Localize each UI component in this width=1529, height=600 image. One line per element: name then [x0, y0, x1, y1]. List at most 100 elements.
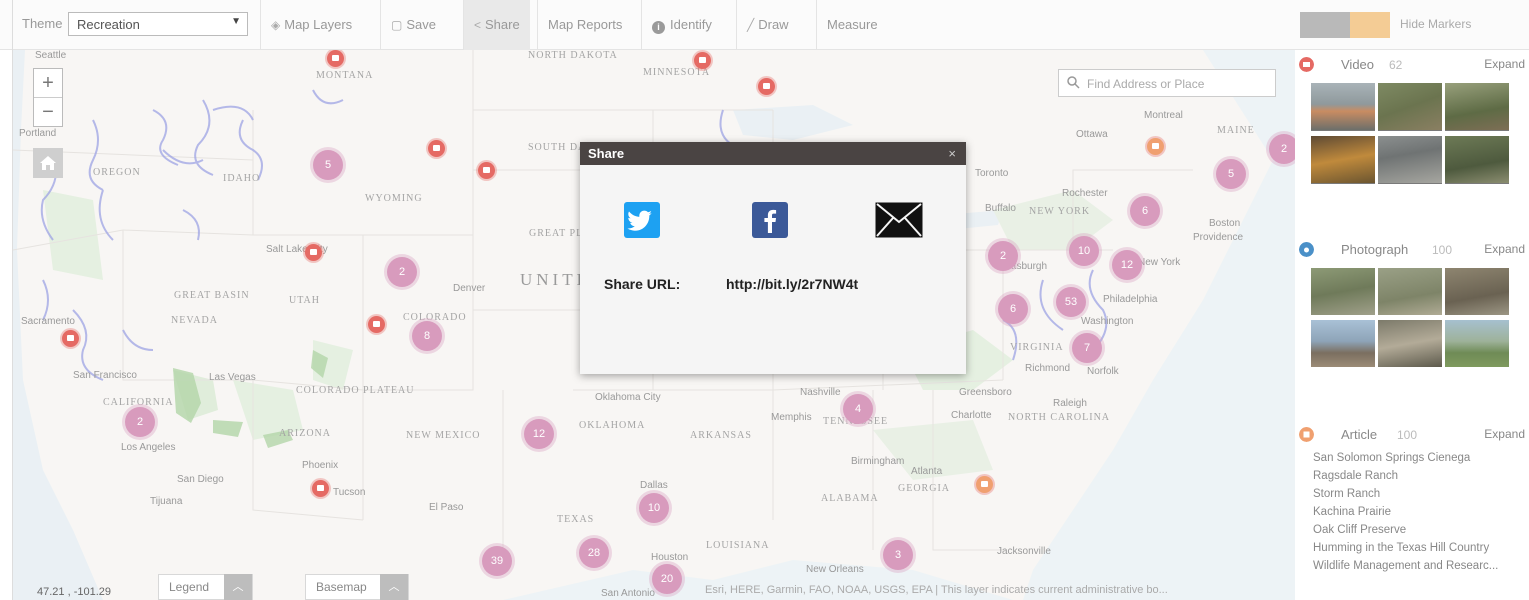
article-link[interactable]: Kachina Prairie	[1313, 506, 1391, 518]
basemap-tab[interactable]: Basemap ︿	[305, 574, 409, 600]
marker-cluster[interactable]: 28	[579, 538, 609, 568]
video-marker[interactable]	[758, 78, 775, 95]
save-button[interactable]: ▢ Save	[380, 0, 446, 50]
video-marker[interactable]	[478, 162, 495, 179]
marker-cluster[interactable]: 6	[1130, 196, 1160, 226]
marker-cluster[interactable]: 12	[524, 419, 554, 449]
state-label: NEW MEXICO	[406, 430, 481, 441]
marker-cluster[interactable]: 8	[412, 321, 442, 351]
article-link[interactable]: Storm Ranch	[1313, 488, 1380, 500]
legend-tab[interactable]: Legend ︿	[158, 574, 253, 600]
photo-thumbnail[interactable]	[1445, 268, 1509, 315]
facebook-icon[interactable]	[752, 202, 788, 238]
marker-cluster[interactable]: 2	[387, 257, 417, 287]
address-search	[1058, 69, 1276, 97]
marker-cluster[interactable]: 12	[1112, 250, 1142, 280]
state-label: UTAH	[289, 295, 320, 306]
video-thumbnail[interactable]	[1445, 83, 1509, 130]
city-label: Tijuana	[150, 496, 183, 507]
state-label: NORTH CAROLINA	[1008, 412, 1111, 423]
video-marker[interactable]	[305, 244, 322, 261]
video-thumbnail[interactable]	[1311, 83, 1375, 130]
article-marker[interactable]	[976, 476, 993, 493]
state-label: WYOMING	[365, 193, 423, 204]
video-marker[interactable]	[428, 140, 445, 157]
video-marker[interactable]	[327, 50, 344, 67]
region-label: COLORADO PLATEAU	[296, 385, 415, 396]
hide-markers-label[interactable]: Hide Markers	[1400, 17, 1471, 31]
state-label: ARIZONA	[279, 428, 331, 439]
city-label: Rochester	[1062, 188, 1108, 199]
video-thumbnail[interactable]	[1378, 136, 1442, 183]
theme-select[interactable]: Recreation ▼	[68, 12, 248, 36]
article-link[interactable]: San Solomon Springs Cienega	[1313, 452, 1470, 464]
share-button[interactable]: < Share	[463, 0, 530, 50]
video-marker[interactable]	[368, 316, 385, 333]
video-marker[interactable]	[62, 330, 79, 347]
city-label: Toronto	[975, 168, 1009, 179]
close-icon[interactable]: ×	[948, 142, 956, 165]
marker-cluster[interactable]: 20	[652, 564, 682, 594]
identify-button[interactable]: i Identify	[641, 0, 722, 50]
photo-thumbnail[interactable]	[1378, 320, 1442, 367]
marker-cluster[interactable]: 5	[1216, 159, 1246, 189]
photo-thumbnail[interactable]	[1445, 320, 1509, 367]
marker-cluster[interactable]: 10	[639, 493, 669, 523]
marker-cluster[interactable]: 5	[313, 150, 343, 180]
video-expand-link[interactable]: Expand	[1484, 57, 1525, 71]
video-thumbnail[interactable]	[1445, 136, 1509, 183]
map-reports-button[interactable]: Map Reports	[537, 0, 632, 50]
search-input[interactable]	[1085, 74, 1274, 94]
measure-button[interactable]: Measure	[816, 0, 888, 50]
share-url-link[interactable]: http://bit.ly/2r7NW4t	[726, 276, 858, 292]
article-link[interactable]: Humming in the Texas Hill Country	[1313, 542, 1489, 554]
hide-markers-toggle[interactable]	[1300, 12, 1390, 38]
marker-cluster[interactable]: 6	[998, 294, 1028, 324]
region-label: GREAT BASIN	[174, 290, 250, 301]
state-label: ALABAMA	[821, 493, 879, 504]
theme-select-value: Recreation	[77, 17, 140, 32]
city-label: El Paso	[429, 502, 464, 513]
marker-cluster[interactable]: 4	[843, 394, 873, 424]
city-label: Boston	[1209, 218, 1241, 229]
video-marker[interactable]	[694, 52, 711, 69]
draw-button[interactable]: ╱ Draw	[736, 0, 799, 50]
photo-thumbnail[interactable]	[1378, 268, 1442, 315]
video-section-header: Video 62 Expand	[1299, 55, 1525, 75]
marker-cluster[interactable]: 53	[1056, 287, 1086, 317]
marker-cluster[interactable]: 2	[988, 241, 1018, 271]
photo-thumbnail[interactable]	[1311, 268, 1375, 315]
marker-cluster[interactable]: 39	[482, 546, 512, 576]
photograph-expand-link[interactable]: Expand	[1484, 242, 1525, 256]
share-dialog-title: Share	[588, 146, 625, 161]
email-icon[interactable]	[875, 202, 923, 238]
video-count: 62	[1389, 58, 1403, 72]
marker-cluster[interactable]: 7	[1072, 333, 1102, 363]
marker-cluster[interactable]: 2	[125, 407, 155, 437]
coordinates-readout: 47.21 , -101.29	[37, 586, 112, 598]
toolbar: Theme Recreation ▼ ◈ Map Layers ▢ Save < Sh…	[0, 0, 1529, 50]
article-link[interactable]: Wildlife Management and Researc...	[1313, 560, 1498, 572]
article-expand-link[interactable]: Expand	[1484, 427, 1525, 441]
video-marker[interactable]	[312, 480, 329, 497]
article-marker[interactable]	[1147, 138, 1164, 155]
city-label: Charlotte	[951, 410, 992, 421]
video-thumbnail[interactable]	[1378, 83, 1442, 130]
marker-cluster[interactable]: 2	[1269, 134, 1295, 164]
zoom-out-button[interactable]: −	[34, 97, 62, 126]
state-label: OREGON	[93, 167, 141, 178]
city-label: Los Angeles	[121, 442, 176, 453]
video-thumbnail[interactable]	[1311, 136, 1375, 183]
marker-cluster[interactable]: 3	[883, 540, 913, 570]
article-link[interactable]: Oak Cliff Preserve	[1313, 524, 1406, 536]
state-label: ARKANSAS	[690, 430, 752, 441]
photo-thumbnail[interactable]	[1311, 320, 1375, 367]
article-link[interactable]: Ragsdale Ranch	[1313, 470, 1398, 482]
twitter-icon[interactable]	[624, 202, 660, 238]
zoom-in-button[interactable]: +	[34, 69, 62, 97]
home-button[interactable]	[33, 148, 63, 178]
marker-cluster[interactable]: 10	[1069, 236, 1099, 266]
article-section-title: Article	[1341, 427, 1378, 442]
state-label: IDAHO	[223, 173, 261, 184]
map-layers-button[interactable]: ◈ Map Layers	[260, 0, 362, 50]
